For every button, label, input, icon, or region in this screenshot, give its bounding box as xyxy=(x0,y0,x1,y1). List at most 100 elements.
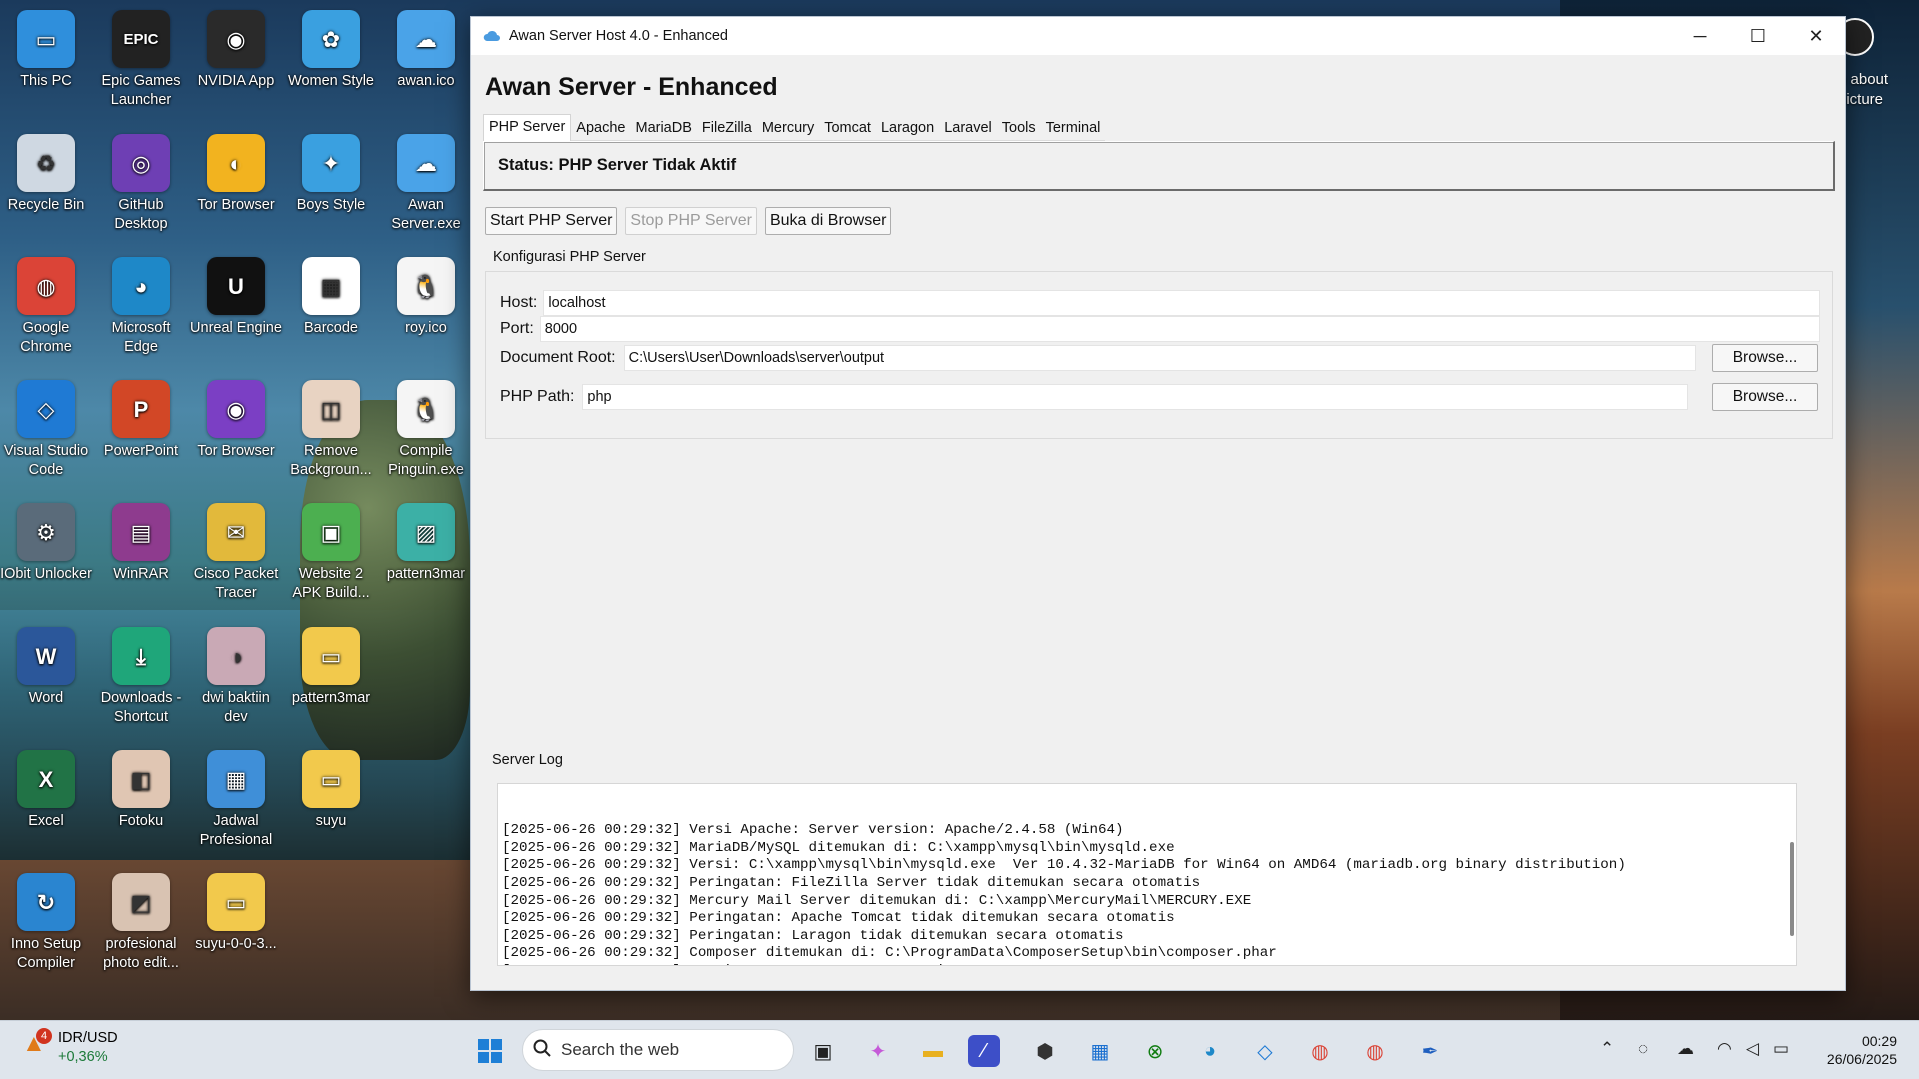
stop-php-server-button[interactable]: Stop PHP Server xyxy=(625,207,757,235)
desktop-icon[interactable]: ◑ dwi baktiin dev xyxy=(190,617,282,735)
desktop-icon[interactable]: ▭ suyu-0-0-3... xyxy=(190,863,282,981)
desktop-icon[interactable]: W Word xyxy=(0,617,92,735)
minimize-button[interactable]: ─ xyxy=(1671,17,1729,55)
copilot-icon[interactable]: ✦ xyxy=(858,1031,898,1071)
desktop-icon[interactable]: ↻ Inno Setup Compiler xyxy=(0,863,92,981)
app-icon: ◧ xyxy=(112,750,170,808)
desktop-icon[interactable]: ◇ Visual Studio Code xyxy=(0,370,92,488)
store-icon[interactable]: ▦ xyxy=(1080,1031,1120,1071)
desktop-icon[interactable]: ◧ Fotoku xyxy=(95,740,187,858)
window-title: Awan Server Host 4.0 - Enhanced xyxy=(509,28,728,44)
speaker-icon[interactable]: ◁ xyxy=(1746,1039,1759,1059)
desktop-icon[interactable]: ✉ Cisco Packet Tracer xyxy=(190,493,282,611)
tab-apache[interactable]: Apache xyxy=(571,116,631,141)
tab-laragon[interactable]: Laragon xyxy=(875,116,940,141)
desktop-icon[interactable]: ◉ NVIDIA App xyxy=(190,0,282,118)
desktop-icon[interactable]: ▦ Barcode xyxy=(285,247,377,365)
phppath-browse-button[interactable]: Browse... xyxy=(1712,383,1818,411)
clock-time: 00:29 xyxy=(1861,1033,1897,1049)
start-button[interactable] xyxy=(470,1031,510,1071)
desktop-icon[interactable]: ✿ Women Style xyxy=(285,0,377,118)
desktop-icon-label: Inno Setup Compiler xyxy=(10,936,82,971)
open-in-browser-button[interactable]: Buka di Browser xyxy=(764,207,892,235)
maximize-button[interactable]: ☐ xyxy=(1729,17,1787,55)
docroot-field[interactable] xyxy=(623,345,1696,371)
app-icon: ◉ xyxy=(207,10,265,68)
desktop-icon[interactable]: ▣ Website 2 APK Build... xyxy=(285,493,377,611)
task-view-icon[interactable]: ▣ xyxy=(803,1031,843,1071)
desktop-icon[interactable]: ◉ Tor Browser xyxy=(190,370,282,488)
phppath-field[interactable] xyxy=(582,384,1689,410)
desktop-icon[interactable]: ▭ This PC xyxy=(0,0,92,118)
edge-icon[interactable]: ◕ xyxy=(1190,1031,1230,1071)
desktop-icon[interactable]: 🐧 roy.ico xyxy=(380,247,472,365)
feather-icon[interactable]: ✒ xyxy=(1410,1031,1450,1071)
host-field[interactable] xyxy=(543,290,1820,316)
start-php-server-button[interactable]: Start PHP Server xyxy=(485,207,618,235)
app-icon: ◉ xyxy=(207,380,265,438)
server-log[interactable]: [2025-06-26 00:29:32] Versi Apache: Serv… xyxy=(497,783,1797,966)
log-scrollbar[interactable] xyxy=(1790,842,1794,936)
security-icon[interactable]: ◌ xyxy=(1638,1039,1648,1059)
desktop-icon-label: Tor Browser xyxy=(197,197,275,213)
visual-studio-icon[interactable]: ⁄ xyxy=(968,1035,1000,1067)
desktop-icon[interactable]: ◍ Google Chrome xyxy=(0,247,92,365)
desktop-icon[interactable]: P PowerPoint xyxy=(95,370,187,488)
tab-php-server[interactable]: PHP Server xyxy=(483,114,572,141)
chrome-profile-icon[interactable]: ◍ xyxy=(1355,1031,1395,1071)
desktop-icon-label: Cisco Packet Tracer xyxy=(193,566,279,601)
tab-laravel[interactable]: Laravel xyxy=(939,116,997,141)
tab-mariadb[interactable]: MariaDB xyxy=(630,116,697,141)
desktop-icon[interactable]: X Excel xyxy=(0,740,92,858)
desktop-icon[interactable]: ▭ pattern3mar xyxy=(285,617,377,735)
desktop-icon[interactable]: ◎ GitHub Desktop xyxy=(95,124,187,242)
system-clock[interactable]: 00:29 26/06/2025 xyxy=(1827,1032,1897,1068)
dark-app-icon[interactable]: ⬢ xyxy=(1025,1031,1065,1071)
desktop-icon[interactable]: ⤓ Downloads - Shortcut xyxy=(95,617,187,735)
docroot-browse-button[interactable]: Browse... xyxy=(1712,344,1818,372)
desktop-icon[interactable]: ♻ Recycle Bin xyxy=(0,124,92,242)
desktop-icon[interactable]: U Unreal Engine xyxy=(190,247,282,365)
vscode-icon[interactable]: ◇ xyxy=(1245,1031,1285,1071)
onedrive-off-icon[interactable]: ☁ xyxy=(1677,1039,1694,1059)
file-explorer-icon[interactable]: ▬ xyxy=(913,1031,953,1071)
desktop-icon[interactable]: ◫ Remove Backgroun... xyxy=(285,370,377,488)
desktop-icon[interactable]: ▭ suyu xyxy=(285,740,377,858)
chrome-icon[interactable]: ◍ xyxy=(1300,1031,1340,1071)
widgets-button[interactable]: ▲ 4 IDR/USD +0,36% xyxy=(22,1028,118,1067)
tab-tomcat[interactable]: Tomcat xyxy=(819,116,876,141)
desktop-icon[interactable]: ⚙ IObit Unlocker xyxy=(0,493,92,611)
desktop-icon[interactable]: 🐧 Compile Pinguin.exe xyxy=(380,370,472,488)
tab-terminal[interactable]: Terminal xyxy=(1040,116,1106,141)
action-buttons: Start PHP Server Stop PHP Server Buka di… xyxy=(485,207,1835,235)
desktop-icon[interactable]: ☁ awan.ico xyxy=(380,0,472,118)
desktop-icon[interactable]: ☁ Awan Server.exe xyxy=(380,124,472,242)
app-icon: ◍ xyxy=(17,257,75,315)
log-line: [2025-06-26 00:29:32] Peringatan: Larago… xyxy=(502,927,1124,944)
taskbar-search[interactable]: Search the web xyxy=(522,1029,794,1071)
desktop-icon[interactable]: ◐ Tor Browser xyxy=(190,124,282,242)
app-icon: ▭ xyxy=(302,627,360,685)
wifi-icon[interactable]: ◠ xyxy=(1717,1039,1732,1059)
port-field[interactable] xyxy=(539,316,1820,342)
battery-icon[interactable]: ▭ xyxy=(1773,1039,1789,1059)
title-bar[interactable]: Awan Server Host 4.0 - Enhanced ─ ☐ ✕ xyxy=(471,17,1845,55)
desktop-icon-label: pattern3mar xyxy=(386,566,466,582)
tab-filezilla[interactable]: FileZilla xyxy=(696,116,757,141)
desktop-icon[interactable]: ▨ pattern3mar xyxy=(380,493,472,611)
desktop-icon[interactable]: EPIC Epic Games Launcher xyxy=(95,0,187,118)
app-icon: ↻ xyxy=(17,873,75,931)
tab-mercury[interactable]: Mercury xyxy=(756,116,820,141)
desktop-icon[interactable]: ◩ profesional photo edit... xyxy=(95,863,187,981)
close-button[interactable]: ✕ xyxy=(1787,17,1845,55)
windows-start-icon xyxy=(478,1039,502,1063)
desktop-icon-label: Excel xyxy=(28,813,64,829)
xbox-icon[interactable]: ⊗ xyxy=(1135,1031,1175,1071)
desktop-icon[interactable]: ▦ Jadwal Profesional xyxy=(190,740,282,858)
desktop-icon[interactable]: ✦ Boys Style xyxy=(285,124,377,242)
desktop-icon[interactable]: ◕ Microsoft Edge xyxy=(95,247,187,365)
desktop-icon[interactable]: ▤ WinRAR xyxy=(95,493,187,611)
app-icon: ▦ xyxy=(207,750,265,808)
show-hidden-icons-chevron-icon[interactable]: ⌃ xyxy=(1600,1039,1614,1059)
tab-tools[interactable]: Tools xyxy=(996,116,1041,141)
